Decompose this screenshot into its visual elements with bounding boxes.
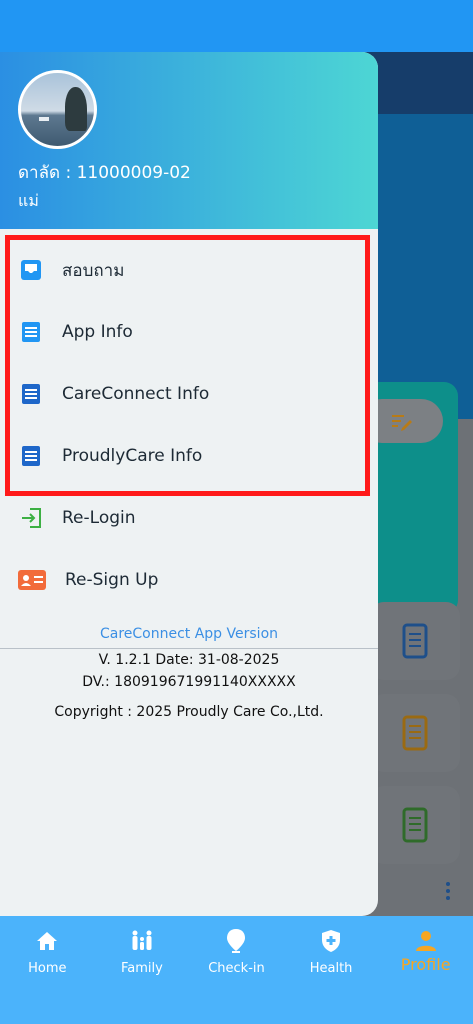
notebook-icon — [402, 623, 428, 659]
nav-health[interactable]: Health — [284, 916, 379, 1024]
document-icon — [20, 321, 42, 343]
user-role-text: แม่ — [18, 191, 39, 210]
menu-item-label: ProudlyCare Info — [62, 446, 203, 466]
nav-home[interactable]: Home — [0, 916, 95, 1024]
nav-label: Home — [28, 961, 67, 976]
document-icon — [20, 383, 42, 405]
nav-label: Health — [309, 961, 353, 976]
version-title: CareConnect App Version — [99, 626, 279, 642]
person-icon — [413, 928, 439, 954]
avatar[interactable] — [18, 70, 97, 149]
login-icon — [20, 507, 42, 529]
menu-item-label: App Info — [62, 322, 133, 342]
inbox-icon — [20, 259, 42, 281]
status-bar — [0, 0, 473, 52]
version-date-text: V. 1.2.1 Date: 31-08-2025 — [98, 652, 280, 668]
menu-item-re-sign-up[interactable]: Re-Sign Up — [0, 555, 378, 605]
menu-item-label: สอบถาม — [62, 260, 125, 281]
drawer-header: ดาลัด : 11000009-02 แม่ — [0, 52, 378, 229]
menu-item-careconnect-info[interactable]: CareConnect Info — [0, 369, 378, 419]
menu-item-re-login[interactable]: Re-Login — [0, 493, 378, 543]
nav-label: Profile — [400, 955, 451, 974]
id-card-icon — [17, 569, 47, 591]
nav-label: Check-in — [208, 961, 265, 976]
background-tile-3 — [370, 786, 460, 864]
menu-item-label: Re-Sign Up — [65, 570, 159, 590]
nav-family[interactable]: Family — [95, 916, 190, 1024]
nav-profile[interactable]: Profile — [378, 916, 473, 1024]
menu-item-label: CareConnect Info — [62, 384, 210, 404]
nav-check-in[interactable]: Check-in — [189, 916, 284, 1024]
shield-icon — [318, 928, 344, 954]
edit-list-icon — [391, 415, 412, 431]
family-icon — [129, 928, 155, 954]
menu-item-label: Re-Login — [62, 508, 136, 528]
menu-item-proudlycare-info[interactable]: ProudlyCare Info — [0, 431, 378, 481]
location-icon — [223, 928, 249, 954]
notebook-icon — [402, 715, 428, 751]
nav-label: Family — [120, 961, 163, 976]
home-icon — [34, 928, 60, 954]
device-id-text: DV.: 180919671991140XXXXX — [82, 674, 296, 690]
copyright-text: Copyright : 2025 Proudly Care Co.,Ltd. — [54, 704, 324, 720]
background-tile-1 — [370, 602, 460, 680]
document-icon — [20, 445, 42, 467]
user-id-text: ดาลัด : 11000009-02 — [18, 163, 191, 183]
background-tile-2 — [370, 694, 460, 772]
divider — [0, 648, 378, 649]
navigation-drawer: ดาลัด : 11000009-02 แม่ สอบถาม App Info — [0, 52, 378, 916]
bottom-navigation: Home Family Check-in Health Profile — [0, 916, 473, 1024]
more-vertical-icon — [440, 882, 456, 906]
notebook-icon — [402, 807, 428, 843]
menu-item-inquiry[interactable]: สอบถาม — [0, 245, 378, 295]
menu-item-app-info[interactable]: App Info — [0, 307, 378, 357]
